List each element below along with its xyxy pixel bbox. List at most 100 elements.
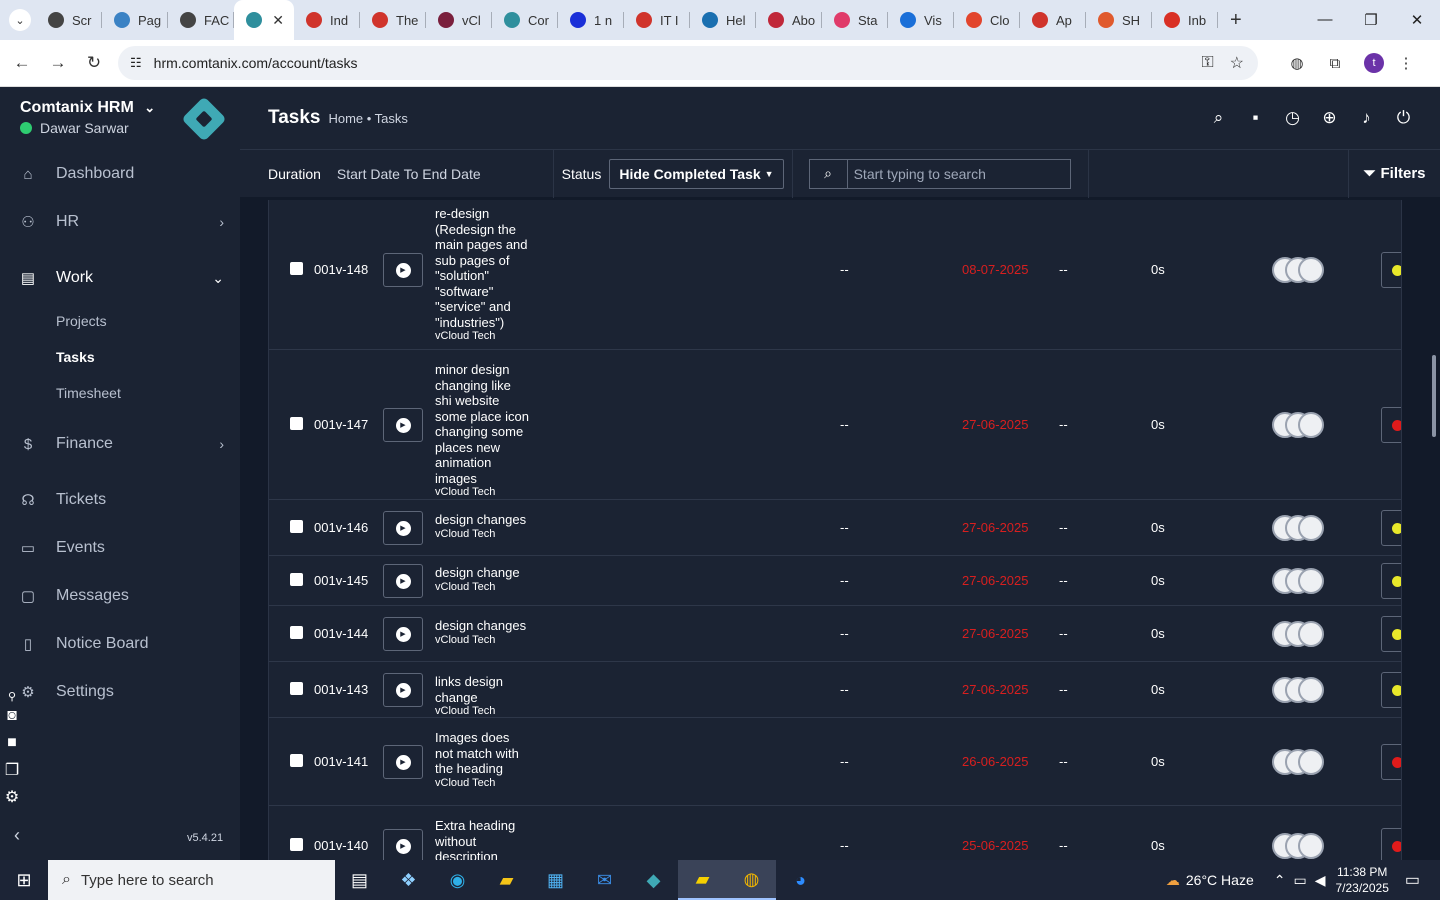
- priority-indicator[interactable]: [1381, 252, 1401, 288]
- priority-indicator[interactable]: [1381, 407, 1401, 443]
- row-checkbox[interactable]: [290, 626, 303, 639]
- search-icon[interactable]: ⌕: [1200, 108, 1237, 128]
- sidebar-item-work[interactable]: ▤ Work ⌄: [0, 258, 240, 298]
- row-checkbox[interactable]: [290, 417, 303, 430]
- row-checkbox[interactable]: [290, 754, 303, 767]
- duration-filter[interactable]: Duration Start Date To End Date: [240, 149, 554, 198]
- task-code[interactable]: 001v-147: [314, 417, 368, 432]
- browser-tab[interactable]: Abo: [756, 0, 822, 40]
- tab-search-button[interactable]: ⌄: [4, 4, 36, 36]
- priority-indicator[interactable]: [1381, 672, 1401, 708]
- assignee-avatars[interactable]: [1272, 515, 1324, 541]
- sidebar-item-events[interactable]: ▭ Events: [0, 528, 240, 568]
- task-title[interactable]: Images does not match with the heading vC…: [435, 730, 531, 790]
- browser-tab[interactable]: Cor: [492, 0, 558, 40]
- sidebar-subitem-tasks[interactable]: Tasks: [56, 349, 95, 365]
- browser-tab[interactable]: FAC: [168, 0, 234, 40]
- camera-icon[interactable]: ◙: [0, 702, 24, 729]
- task-title[interactable]: design changes vCloud Tech: [435, 512, 531, 541]
- priority-indicator[interactable]: [1381, 828, 1401, 860]
- table-row[interactable]: 001v-141 ▶ Images does not match with the …: [269, 718, 1401, 806]
- browser-tab[interactable]: IT I: [624, 0, 690, 40]
- start-timer-button[interactable]: ▶: [383, 617, 423, 651]
- browser-tab[interactable]: Scr: [36, 0, 102, 40]
- volume-icon[interactable]: ◀: [1315, 872, 1326, 889]
- close-tab-icon[interactable]: ✕: [272, 12, 284, 29]
- bookmark-star-icon[interactable]: ☆: [1230, 53, 1244, 73]
- start-timer-button[interactable]: ▶: [383, 829, 423, 860]
- task-code[interactable]: 001v-140: [314, 838, 368, 853]
- task-code[interactable]: 001v-141: [314, 754, 368, 769]
- duration-range[interactable]: Start Date To End Date: [337, 166, 481, 182]
- filters-button[interactable]: ⏷ Filters: [1348, 149, 1440, 198]
- table-row[interactable]: 001v-147 ▶ minor design changing like shi …: [269, 350, 1401, 500]
- sticky-note-icon[interactable]: ▪: [1237, 108, 1274, 128]
- forward-button[interactable]: →: [40, 53, 76, 73]
- row-checkbox[interactable]: [290, 682, 303, 695]
- browser-tab[interactable]: Pag: [102, 0, 168, 40]
- row-checkbox[interactable]: [290, 262, 303, 275]
- window-capture-icon[interactable]: ❐: [0, 756, 24, 783]
- assignee-avatars[interactable]: [1272, 677, 1324, 703]
- table-row[interactable]: 001v-143 ▶ links design change vCloud Tech -…: [269, 662, 1401, 718]
- table-row[interactable]: 001v-140 ▶ Extra heading without descripti…: [269, 806, 1401, 860]
- table-row[interactable]: 001v-144 ▶ design changes vCloud Tech -- 27-0…: [269, 606, 1401, 662]
- sidebar-item-messages[interactable]: ▢ Messages: [0, 576, 240, 616]
- brand-name[interactable]: Comtanix HRM ⌄: [20, 99, 155, 117]
- priority-indicator[interactable]: [1381, 616, 1401, 652]
- collapse-sidebar-button[interactable]: ‹: [14, 825, 20, 846]
- zoom-icon[interactable]: ◕: [776, 860, 825, 900]
- start-timer-button[interactable]: ▶: [383, 511, 423, 545]
- file-explorer-icon[interactable]: ▰: [482, 860, 531, 900]
- start-timer-button[interactable]: ▶: [383, 253, 423, 287]
- priority-indicator[interactable]: [1381, 510, 1401, 546]
- sidebar-item-finance[interactable]: $ Finance ›: [0, 424, 240, 464]
- windows-start-icon[interactable]: ⊞: [0, 870, 48, 891]
- assignee-avatars[interactable]: [1272, 412, 1324, 438]
- assignee-avatars[interactable]: [1272, 568, 1324, 594]
- browser-tab[interactable]: The: [360, 0, 426, 40]
- browser-tab[interactable]: Hel: [690, 0, 756, 40]
- site-info-icon[interactable]: ☷: [130, 55, 142, 71]
- assignee-avatars[interactable]: [1272, 621, 1324, 647]
- sidebar-item-notice-board[interactable]: ▯ Notice Board: [0, 624, 240, 664]
- start-timer-button[interactable]: ▶: [383, 745, 423, 779]
- video-camera-icon[interactable]: ■: [0, 729, 24, 756]
- start-timer-button[interactable]: ▶: [383, 673, 423, 707]
- add-circle-icon[interactable]: ⊕: [1311, 108, 1348, 128]
- taskbar-search[interactable]: ⌕ Type here to search: [48, 860, 335, 900]
- task-title[interactable]: minor design changing like shi website s…: [435, 362, 531, 499]
- table-row[interactable]: 001v-145 ▶ design change vCloud Tech -- 27-06…: [269, 556, 1401, 606]
- status-select[interactable]: Hide Completed Task ▼: [609, 158, 784, 189]
- table-row[interactable]: 001v-146 ▶ design changes vCloud Tech -- 27-0…: [269, 500, 1401, 556]
- task-title[interactable]: links design change vCloud Tech: [435, 674, 531, 718]
- browser-tab[interactable]: Sta: [822, 0, 888, 40]
- network-icon[interactable]: ▭: [1293, 872, 1306, 889]
- mail-icon[interactable]: ✉: [580, 860, 629, 900]
- sidebar-item-dashboard[interactable]: ⌂ Dashboard: [0, 154, 240, 194]
- edge-icon[interactable]: ◉: [433, 860, 482, 900]
- extensions-icon[interactable]: ⧉: [1316, 55, 1354, 72]
- task-code[interactable]: 001v-148: [314, 262, 368, 277]
- browser-tab[interactable]: vCl: [426, 0, 492, 40]
- task-title[interactable]: Extra heading without description: [435, 818, 531, 860]
- notification-icon[interactable]: ▭: [1405, 870, 1420, 890]
- clock-icon[interactable]: ◷: [1274, 108, 1311, 128]
- row-checkbox[interactable]: [290, 838, 303, 851]
- row-checkbox[interactable]: [290, 520, 303, 533]
- new-tab-button[interactable]: +: [1230, 9, 1254, 32]
- row-checkbox[interactable]: [290, 573, 303, 586]
- task-title[interactable]: design change vCloud Tech: [435, 565, 531, 594]
- power-icon[interactable]: ⏻: [1385, 108, 1422, 128]
- sidebar-item-settings[interactable]: ⚙ Settings: [0, 672, 240, 712]
- sidebar-item-tickets[interactable]: ☊ Tickets: [0, 480, 240, 520]
- task-code[interactable]: 001v-146: [314, 520, 368, 535]
- tab-active[interactable]: ✕: [234, 0, 294, 40]
- task-title[interactable]: re-design (Redesign the main pages and s…: [435, 206, 531, 343]
- bell-icon[interactable]: ♪: [1348, 108, 1385, 128]
- browser-tab[interactable]: Vis: [888, 0, 954, 40]
- task-title[interactable]: design changes vCloud Tech: [435, 618, 531, 647]
- scrollbar[interactable]: [1432, 355, 1436, 437]
- gear-icon[interactable]: ⚙: [0, 783, 24, 810]
- chevron-up-icon[interactable]: ⌃: [1274, 872, 1286, 889]
